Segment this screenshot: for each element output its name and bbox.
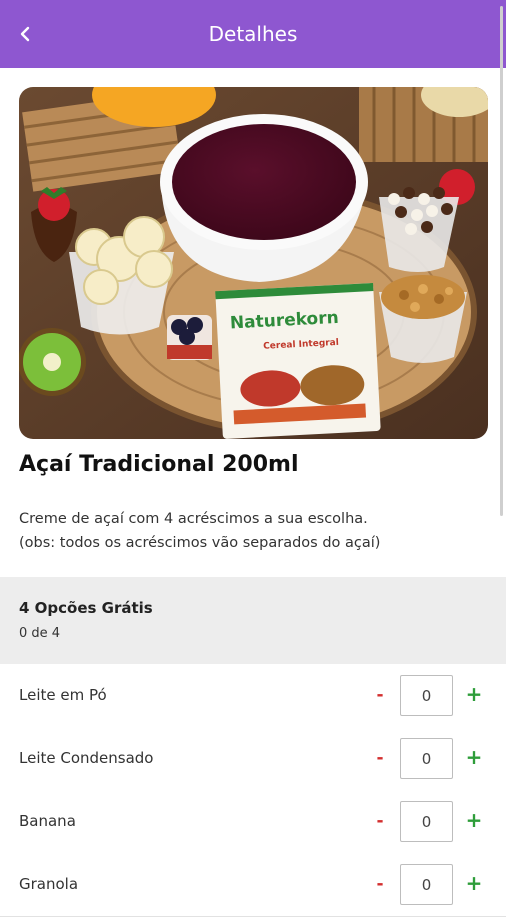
option-label: Granola [19, 875, 79, 893]
option-row-granola: Granola - + [0, 853, 506, 917]
increment-button[interactable]: + [464, 678, 484, 710]
quantity-input[interactable] [400, 801, 453, 842]
decrement-button[interactable]: - [372, 743, 388, 773]
quantity-input[interactable] [400, 864, 453, 905]
cereal-pouch: Naturekorn Cereal Integral [215, 282, 381, 439]
increment-button[interactable]: + [464, 867, 484, 899]
option-row-leite-em-po: Leite em Pó - + [0, 664, 506, 728]
product-image: Naturekorn Cereal Integral [19, 87, 488, 439]
option-label: Leite Condensado [19, 749, 154, 767]
description-line-2: (obs: todos os acréscimos vão separados … [19, 535, 381, 551]
option-row-banana: Banana - + [0, 790, 506, 854]
increment-button[interactable]: + [464, 804, 484, 836]
options-group-header: 4 Opcões Grátis 0 de 4 [0, 577, 506, 664]
page-title: Detalhes [208, 22, 298, 46]
product-title: Açaí Tradicional 200ml [19, 452, 299, 477]
granola-cup [379, 275, 467, 363]
increment-button[interactable]: + [464, 741, 484, 773]
decrement-button[interactable]: - [372, 869, 388, 899]
options-group-title: 4 Opcões Grátis [19, 599, 153, 617]
option-label: Banana [19, 812, 76, 830]
scrollbar[interactable] [500, 6, 503, 516]
description-line-1: Creme de açaí com 4 acréscimos a sua esc… [19, 511, 368, 527]
decrement-button[interactable]: - [372, 806, 388, 836]
kiwi-slice [19, 328, 86, 396]
quantity-input[interactable] [400, 738, 453, 779]
option-label: Leite em Pó [19, 686, 107, 704]
options-selected-count: 0 de 4 [19, 626, 61, 641]
product-description: Creme de açaí com 4 acréscimos a sua esc… [19, 507, 489, 555]
small-cup [167, 315, 212, 360]
decrement-button[interactable]: - [372, 680, 388, 710]
quantity-input[interactable] [400, 675, 453, 716]
app-bar: Detalhes [0, 0, 506, 68]
option-row-leite-condensado: Leite Condensado - + [0, 727, 506, 791]
